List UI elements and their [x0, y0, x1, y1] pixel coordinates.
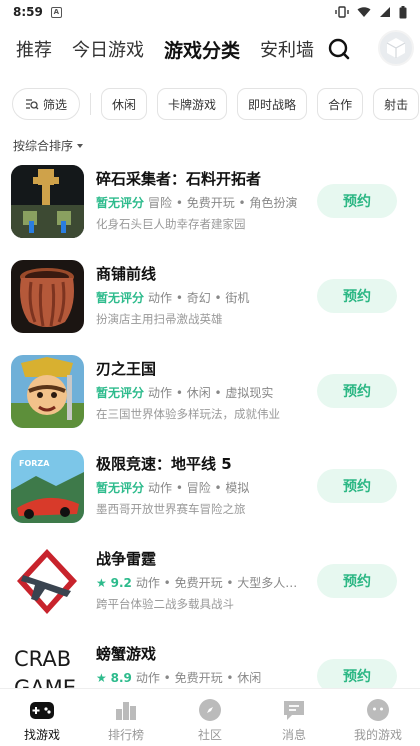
wifi-icon: [357, 7, 371, 17]
signal-icon: [380, 7, 390, 17]
game-item[interactable]: FORZA 极限竞速：地平线 5 暂无评分 动作 • 冒险 • 模拟 墨西哥开放世…: [0, 450, 420, 530]
game-description: 化身石头巨人助幸存者建家园: [96, 217, 246, 231]
game-icon: FORZA: [11, 450, 84, 523]
game-tags: 动作 • 休闲 • 虚拟现实: [148, 386, 274, 400]
filter-button[interactable]: 筛选: [12, 88, 81, 120]
tab-game-categories[interactable]: 游戏分类: [164, 36, 241, 63]
game-item[interactable]: 碎石采集者：石料开拓者 暂无评分 冒险 • 免费开玩 • 角色扮演 化身石头巨人助…: [0, 165, 420, 245]
nav-label: 消息: [281, 728, 306, 742]
game-meta: ★ 9.2 动作 • 免费开玩 • 大型多人…: [96, 574, 301, 591]
game-tags: 动作 • 冒险 • 模拟: [148, 481, 250, 495]
game-description: 扮演店主用扫帚激战英雄: [96, 312, 223, 326]
compass-icon: [197, 698, 223, 722]
nav-label: 我的游戏: [353, 728, 402, 742]
icon-brand-text: FORZA: [19, 459, 50, 468]
game-title: 极限竞速：地平线 5: [96, 455, 232, 473]
tab-label: 推荐: [16, 40, 52, 61]
game-tags: 动作 • 免费开玩 • 休闲: [135, 671, 262, 685]
nav-messages[interactable]: 消息: [252, 689, 336, 746]
game-tags: 动作 • 免费开玩 • 大型多人…: [135, 576, 298, 590]
game-icon: [11, 355, 84, 428]
nav-find-games[interactable]: 找游戏: [0, 689, 84, 746]
category-chip-card[interactable]: 卡牌游戏: [157, 88, 228, 120]
game-meta: 暂无评分 动作 • 奇幻 • 街机: [96, 289, 301, 306]
reserve-button[interactable]: 预约: [317, 184, 397, 218]
ranking-icon: [113, 698, 139, 722]
star-icon: ★: [96, 671, 107, 685]
nav-label: 排行榜: [107, 728, 144, 742]
caret-down-icon: [77, 143, 84, 148]
bottom-nav: 找游戏 排行榜 社区 消息 我的游戏: [0, 688, 420, 746]
tab-today-games[interactable]: 今日游戏: [72, 36, 144, 62]
filter-label: 筛选: [43, 97, 68, 112]
game-tags: 冒险 • 免费开玩 • 角色扮演: [148, 196, 298, 210]
star-icon: ★: [96, 576, 107, 590]
reserve-button[interactable]: 预约: [317, 279, 397, 313]
game-item[interactable]: 战争雷霆 ★ 9.2 动作 • 免费开玩 • 大型多人… 跨平台体验二战多载具战斗…: [0, 545, 420, 625]
game-rating: 暂无评分: [96, 196, 145, 210]
game-title: 战争雷霆: [96, 550, 157, 568]
my-games-icon: [365, 698, 391, 722]
top-nav: 推荐 今日游戏 游戏分类 安利墙: [0, 30, 420, 68]
game-item[interactable]: 刃之王国 暂无评分 动作 • 休闲 • 虚拟现实 在三国世界体验多样玩法，成就伟业…: [0, 355, 420, 435]
game-rating: 暂无评分: [96, 291, 145, 305]
tab-recommend[interactable]: 推荐: [16, 36, 52, 62]
game-item[interactable]: 商铺前线 暂无评分 动作 • 奇幻 • 街机 扮演店主用扫帚激战英雄 预约: [0, 260, 420, 340]
status-icons: [335, 5, 407, 19]
game-meta: 暂无评分 动作 • 冒险 • 模拟: [96, 479, 301, 496]
game-description: 在三国世界体验多样玩法，成就伟业: [96, 407, 280, 421]
reserve-button[interactable]: 预约: [317, 374, 397, 408]
nav-rankings[interactable]: 排行榜: [84, 689, 168, 746]
nav-label: 社区: [197, 728, 222, 742]
gamepad-icon: [29, 698, 55, 722]
sort-dropdown[interactable]: 按综合排序: [13, 137, 84, 154]
game-tags: 动作 • 奇幻 • 街机: [148, 291, 250, 305]
status-bar: 8:59 A: [0, 0, 420, 24]
reserve-button[interactable]: 预约: [317, 469, 397, 503]
game-meta: 暂无评分 动作 • 休闲 • 虚拟现实: [96, 384, 301, 401]
avatar-cube-icon: [386, 38, 406, 58]
game-description: 跨平台体验二战多载具战斗: [96, 597, 234, 611]
category-chip-shooter[interactable]: 射击: [373, 88, 420, 120]
search-icon[interactable]: [326, 36, 352, 62]
vibrate-icon: [335, 6, 349, 18]
tab-label: 今日游戏: [72, 40, 144, 61]
category-chip-rts[interactable]: 即时战略: [237, 88, 308, 120]
game-rating: 暂无评分: [96, 386, 145, 400]
battery-icon: [399, 5, 407, 18]
game-title: 商铺前线: [96, 265, 157, 283]
game-description: 墨西哥开放世界赛车冒险之旅: [96, 502, 246, 516]
nav-label: 找游戏: [23, 728, 60, 742]
filter-bar: 筛选 休闲 卡牌游戏 即时战略 合作 射击: [12, 88, 420, 120]
reserve-button[interactable]: 预约: [317, 564, 397, 598]
game-icon: [11, 260, 84, 333]
filter-divider: [90, 93, 92, 115]
game-meta: ★ 8.9 动作 • 免费开玩 • 休闲: [96, 669, 301, 686]
category-chip-coop[interactable]: 合作: [317, 88, 364, 120]
nav-my-games[interactable]: 我的游戏: [336, 689, 420, 746]
game-rating: 9.2: [110, 576, 132, 590]
game-rating: 8.9: [110, 671, 132, 685]
avatar[interactable]: [378, 30, 414, 66]
message-icon: [281, 698, 307, 722]
icon-text-line1: CRAB: [14, 647, 71, 671]
game-meta: 暂无评分 冒险 • 免费开玩 • 角色扮演: [96, 194, 301, 211]
game-title: 碎石采集者：石料开拓者: [96, 170, 262, 188]
game-rating: 暂无评分: [96, 481, 145, 495]
game-title: 刃之王国: [96, 360, 157, 378]
status-time: 8:59: [13, 5, 43, 19]
notification-icon: A: [50, 6, 62, 18]
sort-label: 按综合排序: [13, 139, 74, 153]
nav-community[interactable]: 社区: [168, 689, 252, 746]
game-title: 螃蟹游戏: [96, 645, 157, 663]
tab-label: 游戏分类: [164, 39, 241, 62]
category-chip-casual[interactable]: 休闲: [101, 88, 148, 120]
tab-recommend-wall[interactable]: 安利墙: [260, 36, 314, 62]
tab-label: 安利墙: [260, 40, 315, 61]
game-icon: [11, 165, 84, 238]
game-icon: [11, 545, 84, 618]
filter-icon: [26, 99, 39, 110]
